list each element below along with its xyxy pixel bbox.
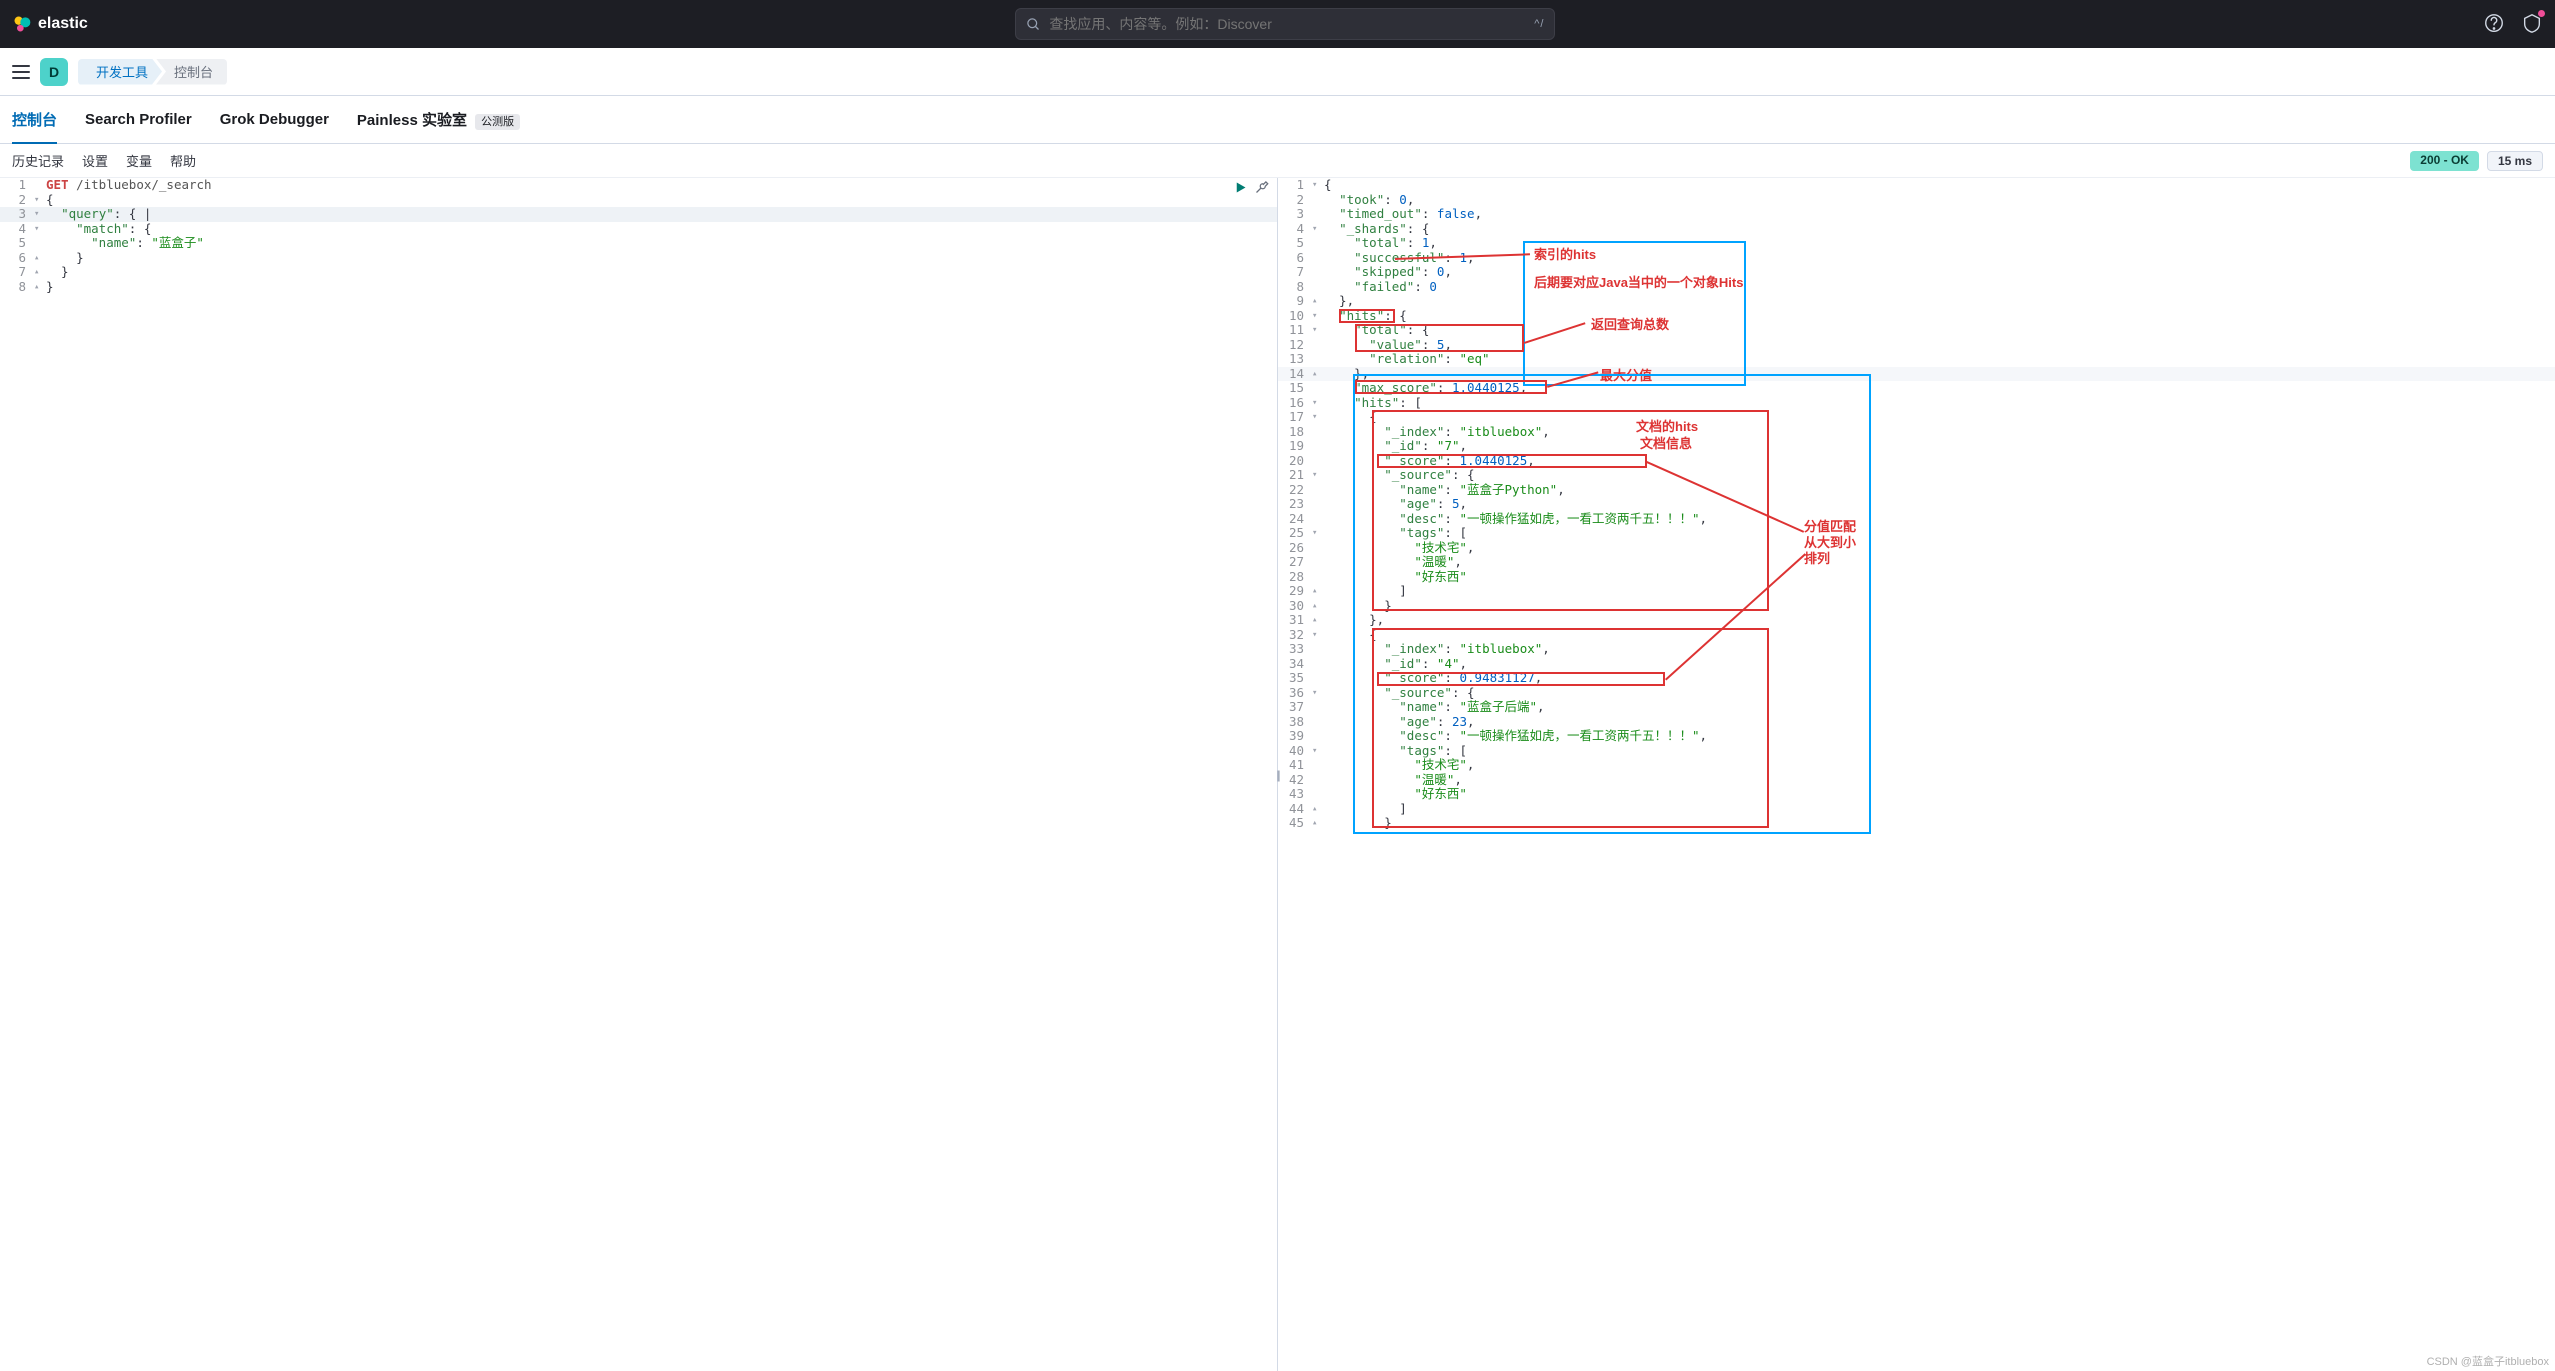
global-header: elastic ^/ (0, 0, 2555, 48)
response-pane[interactable]: 1▾{2 "took": 0,3 "timed_out": false,4▾ "… (1278, 178, 2555, 1371)
latency-badge: 15 ms (2487, 151, 2543, 171)
tab-console[interactable]: 控制台 (12, 97, 57, 144)
newsfeed-icon[interactable] (2521, 12, 2543, 37)
help-icon[interactable] (2483, 12, 2505, 37)
search-input[interactable] (1049, 16, 1526, 32)
request-pane[interactable]: 1GET /itbluebox/_search2▾{3▾ "query": { … (0, 178, 1278, 1371)
wrench-icon[interactable] (1254, 180, 1269, 195)
search-icon (1026, 17, 1041, 32)
toolbar-help[interactable]: 帮助 (170, 151, 196, 170)
tab-painless-lab[interactable]: Painless 实验室 公测版 (357, 97, 520, 142)
brand-logo[interactable]: elastic (12, 14, 88, 34)
sub-header: D 开发工具 控制台 (0, 48, 2555, 96)
search-shortcut: ^/ (1534, 18, 1544, 30)
beta-badge: 公测版 (475, 114, 520, 130)
tab-grok-debugger[interactable]: Grok Debugger (220, 99, 329, 140)
breadcrumb-item-devtools[interactable]: 开发工具 (78, 59, 162, 85)
tab-search-profiler[interactable]: Search Profiler (85, 99, 192, 140)
toolbar-settings[interactable]: 设置 (82, 151, 108, 170)
app-tabs: 控制台 Search Profiler Grok Debugger Painle… (0, 96, 2555, 144)
global-search[interactable]: ^/ (1015, 8, 1555, 40)
breadcrumb: 开发工具 控制台 (78, 59, 227, 85)
status-badge: 200 - OK (2410, 151, 2479, 171)
elastic-icon (12, 14, 32, 34)
breadcrumb-item-console: 控制台 (156, 59, 227, 85)
brand-text: elastic (38, 15, 88, 33)
editor-split: 1GET /itbluebox/_search2▾{3▾ "query": { … (0, 178, 2555, 1371)
run-icon[interactable] (1233, 180, 1248, 195)
console-toolbar: 历史记录 设置 变量 帮助 200 - OK 15 ms (0, 144, 2555, 178)
watermark: CSDN @蓝盒子itbluebox (2427, 1353, 2549, 1369)
toolbar-history[interactable]: 历史记录 (12, 151, 64, 170)
notification-dot (2538, 10, 2545, 17)
toolbar-variables[interactable]: 变量 (126, 151, 152, 170)
nav-toggle-icon[interactable] (12, 65, 30, 79)
space-avatar[interactable]: D (40, 58, 68, 86)
